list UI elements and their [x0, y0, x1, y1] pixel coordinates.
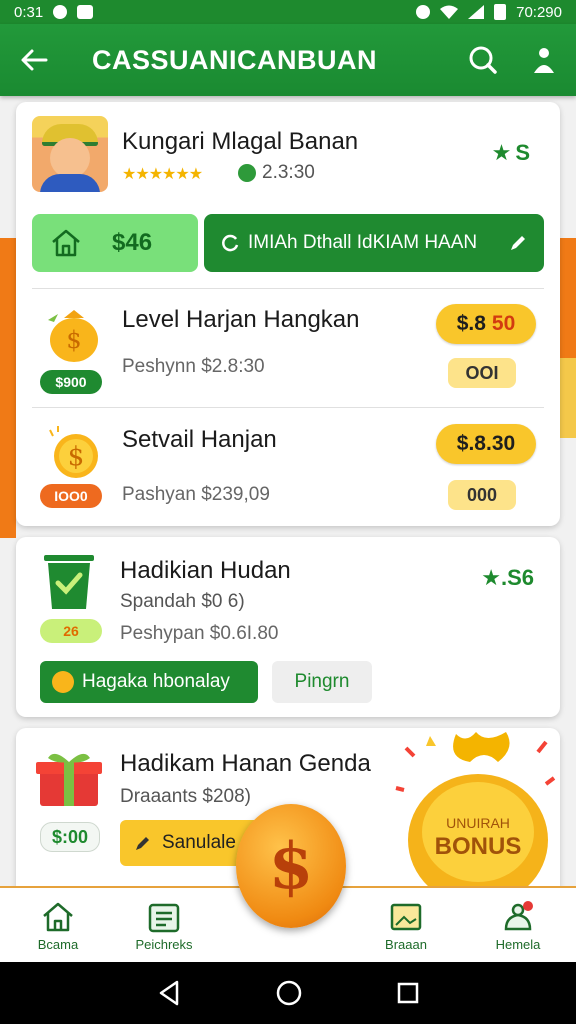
- profile-rating: ★ S: [492, 140, 530, 166]
- avatar[interactable]: [32, 116, 108, 192]
- nav-item-home[interactable]: Bcama: [8, 888, 108, 964]
- coin-icon: [238, 164, 256, 182]
- nav-item-gallery[interactable]: Braaan: [356, 888, 456, 964]
- status-clock: 70:290: [516, 3, 562, 21]
- divider: [32, 288, 544, 289]
- back-icon[interactable]: [157, 980, 181, 1006]
- secondary-button[interactable]: Pingrn: [272, 661, 372, 703]
- task-title: Hadikian Hudan: [120, 557, 291, 584]
- reward-price-button[interactable]: $.8 50: [436, 304, 536, 344]
- reward-price-suffix: 50: [491, 312, 516, 335]
- home-balance-value: $46: [112, 229, 153, 256]
- battery-icon: [494, 4, 507, 20]
- status-bar: 0:31 70:290: [0, 0, 576, 24]
- profile-header: Kungari Mlagal Banan ★★★★★★ 2.3:30 ★ S: [32, 116, 544, 198]
- task-subtitle: Spandah $0 6): [120, 591, 245, 612]
- reward-subtitle: Pashyan $239,09: [122, 484, 270, 505]
- profile-card: Kungari Mlagal Banan ★★★★★★ 2.3:30 ★ S $…: [16, 102, 560, 526]
- home-icon: [43, 902, 73, 931]
- reward-title: Level Harjan Hangkan: [122, 306, 360, 333]
- star-icon: ★: [491, 140, 512, 165]
- search-icon[interactable]: [468, 45, 498, 75]
- app-bar: CASSUANICANBUAN: [0, 24, 576, 96]
- coin-icon: $: [49, 426, 98, 478]
- dollar-icon: $: [268, 828, 314, 904]
- bonus-money-bag-icon: UNUIRAH BONUS: [395, 732, 556, 898]
- reward-price: $.8: [456, 312, 486, 335]
- recents-icon[interactable]: [397, 982, 419, 1004]
- coin-icon: [52, 671, 74, 693]
- reward-count: OOI: [448, 358, 516, 388]
- center-coin-button[interactable]: $: [236, 804, 346, 928]
- bonus-chip: $:00: [40, 822, 100, 852]
- back-arrow-icon[interactable]: [20, 48, 48, 72]
- refresh-icon: [222, 234, 239, 252]
- coin-balance-value: 2.3:30: [262, 162, 315, 183]
- home-icon: [52, 229, 80, 257]
- gift-icon: [36, 753, 102, 806]
- bonus-subtitle: Draaants $208): [120, 786, 251, 807]
- wifi-icon: [440, 5, 459, 19]
- reward-price-button[interactable]: $.8.30: [436, 424, 536, 464]
- nav-label: Hemela: [495, 936, 541, 952]
- task-rating: ★.S6: [481, 565, 534, 590]
- status-time: 0:31: [14, 3, 44, 21]
- side-accent-left: [0, 238, 16, 538]
- pencil-icon: [511, 236, 525, 250]
- reward-row[interactable]: $ IOO0 Setvail Hanjan Pashyan $239,09 $.…: [32, 414, 544, 526]
- claim-button-label: Hagaka hbonalay: [82, 671, 230, 692]
- basket-icon: [44, 555, 94, 609]
- app-title: CASSUANICANBUAN: [92, 44, 378, 75]
- reward-chip: IOO0: [40, 484, 102, 508]
- task-card: 26 Hadikian Hudan Spandah $0 6) Peshypan…: [16, 537, 560, 717]
- task-chip: 26: [40, 619, 102, 643]
- signal-icon: [468, 5, 485, 19]
- pencil-icon: [136, 837, 149, 850]
- nav-label: Braaan: [385, 936, 427, 952]
- reward-chip: $900: [40, 370, 102, 394]
- bonus-title: Hadikam Hanan Genda: [120, 750, 371, 777]
- edit-action-button[interactable]: IMIAh Dthall IdKIAM HAAN: [204, 214, 544, 272]
- svg-text:UNUIRAH: UNUIRAH: [446, 815, 510, 831]
- system-navigation: [0, 962, 576, 1024]
- nav-label: Bcama: [37, 936, 79, 952]
- home-circle-icon[interactable]: [276, 980, 302, 1006]
- profile-menu-icon[interactable]: [532, 45, 556, 75]
- svg-text:$: $: [68, 442, 85, 472]
- reward-row[interactable]: $ $900 Level Harjan Hangkan Peshynn $2.8…: [32, 294, 544, 406]
- profile-name: Kungari Mlagal Banan: [122, 128, 359, 155]
- vibrate-icon: [416, 5, 431, 19]
- reward-subtitle: Peshynn $2.8:30: [122, 356, 265, 377]
- svg-text:BONUS: BONUS: [435, 833, 522, 860]
- bonus-button-label: Sanulale: [162, 832, 236, 853]
- divider: [32, 407, 544, 408]
- star-rating: ★★★★★★: [122, 166, 203, 183]
- profile-rating-value: S: [515, 140, 530, 165]
- task-subtitle-secondary: Peshypan $0.6I.80: [120, 623, 279, 644]
- side-accent-right: [560, 238, 576, 358]
- home-balance-button[interactable]: $46: [32, 214, 198, 272]
- coin-balance: 2.3:30: [238, 162, 315, 184]
- svg-text:$: $: [66, 326, 81, 354]
- claim-button[interactable]: Hagaka hbonalay: [40, 661, 258, 703]
- nav-item-profile[interactable]: Hemela: [468, 888, 568, 964]
- person-notification-icon: [504, 900, 533, 930]
- reward-count: 000: [448, 480, 516, 510]
- notification-icon: [53, 5, 68, 19]
- image-icon: [390, 903, 422, 930]
- checklist-icon: [148, 903, 180, 932]
- nav-item-tasks[interactable]: Peichreks: [114, 888, 214, 964]
- side-accent-right-yellow: [560, 358, 576, 438]
- image-notification-icon: [77, 5, 94, 19]
- nav-label: Peichreks: [135, 936, 193, 952]
- edit-action-label: IMIAh Dthall IdKIAM HAAN: [248, 232, 478, 253]
- reward-title: Setvail Hanjan: [122, 426, 277, 453]
- money-bag-icon: $: [48, 310, 98, 362]
- reward-price: $.8.30: [456, 432, 516, 455]
